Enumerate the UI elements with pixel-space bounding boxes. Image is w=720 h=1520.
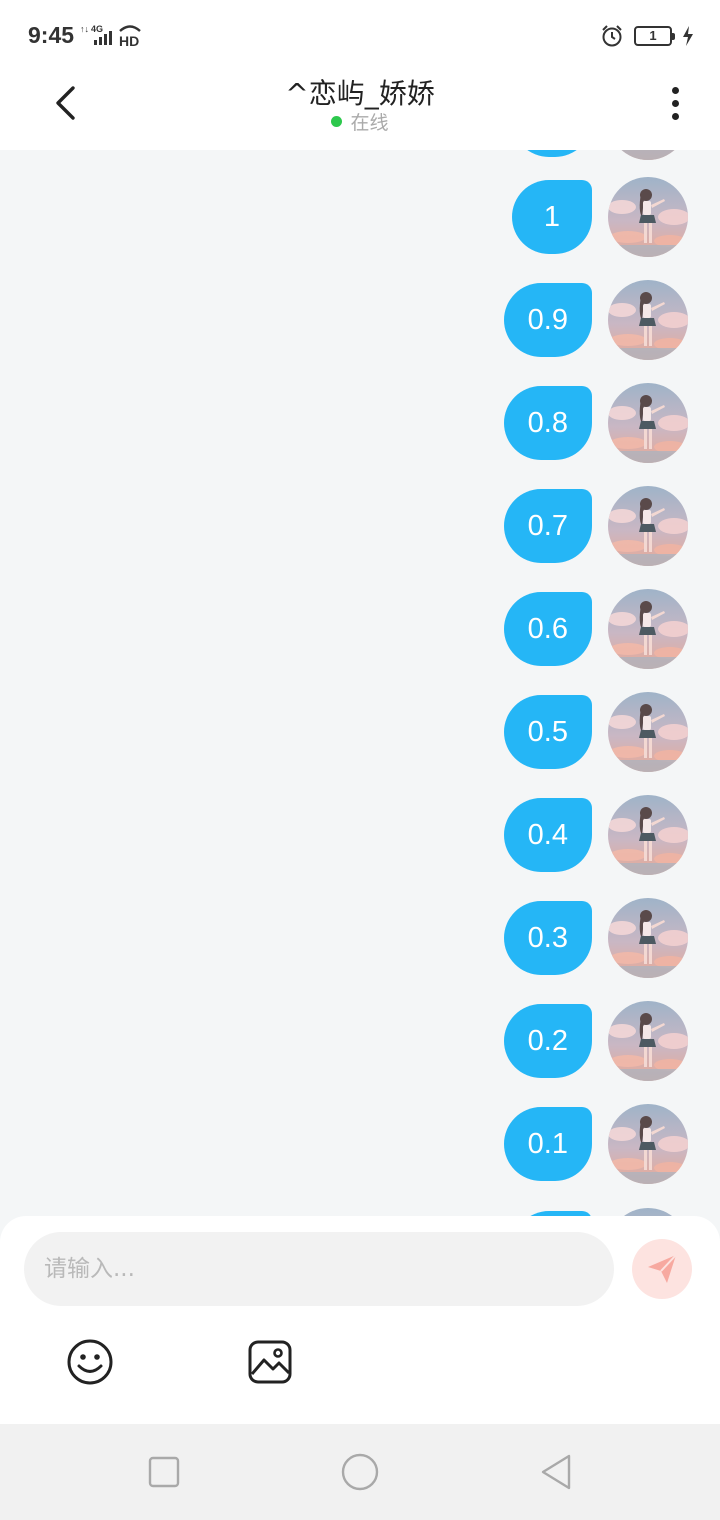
message-bubble[interactable]: 0.9 <box>503 283 592 357</box>
square-icon <box>148 1456 180 1488</box>
triangle-back-icon <box>541 1454 571 1490</box>
message-bubble[interactable]: 0.5 <box>503 695 592 769</box>
message-row: 0.9 <box>503 280 688 360</box>
more-options-button[interactable] <box>660 80 690 126</box>
avatar[interactable] <box>608 1208 688 1216</box>
nav-recent-button[interactable] <box>142 1450 186 1494</box>
status-right: 1 <box>600 22 694 50</box>
message-row: 0.5 <box>503 692 688 772</box>
avatar[interactable] <box>608 1104 688 1184</box>
battery-indicator: 1 <box>634 26 675 46</box>
svg-text:↑↓: ↑↓ <box>80 24 89 34</box>
alarm-icon <box>602 25 622 47</box>
message-list[interactable]: 1 0.9 0.8 0.7 0.6 0.5 0.4 0.3 0.2 0.1 <box>0 150 720 1216</box>
message-row: 1 <box>512 177 688 257</box>
nav-back-button[interactable] <box>534 1450 578 1494</box>
message-bubble[interactable]: 0.4 <box>503 798 592 872</box>
status-bar: 9:45 ↑↓ 4G HD 1 <box>0 0 720 68</box>
message-bubble[interactable]: 0.1 <box>503 1107 592 1181</box>
network-type: 4G <box>91 24 103 34</box>
message-input[interactable] <box>24 1232 614 1306</box>
message-bubble[interactable]: 0.7 <box>503 489 592 563</box>
online-dot-icon <box>331 116 343 127</box>
charging-icon <box>683 26 693 46</box>
avatar[interactable] <box>608 898 688 978</box>
hd-label: HD <box>119 33 139 48</box>
system-nav-bar <box>0 1424 720 1520</box>
message-row: 0.2 <box>503 1001 688 1081</box>
message-bubble[interactable]: 1 <box>512 180 592 254</box>
message-row: 0.8 <box>503 383 688 463</box>
chat-header: ^恋屿_娇娇 在线 <box>0 68 720 150</box>
online-status: 在线 <box>0 108 720 135</box>
avatar[interactable] <box>608 280 688 360</box>
contact-name: ^恋屿_娇娇 <box>285 77 435 110</box>
input-panel <box>0 1216 720 1424</box>
avatar[interactable] <box>608 383 688 463</box>
avatar[interactable] <box>608 589 688 669</box>
smiley-icon[interactable] <box>66 1338 114 1386</box>
paper-plane-icon <box>648 1254 677 1283</box>
message-row: 0.4 <box>503 795 688 875</box>
avatar[interactable] <box>608 1001 688 1081</box>
avatar[interactable] <box>608 150 688 160</box>
image-icon[interactable] <box>246 1338 294 1386</box>
message-row: 0.3 <box>503 898 688 978</box>
message-bubble[interactable]: 0.8 <box>503 386 592 460</box>
message-bubble-partial <box>512 150 592 157</box>
message-row-partial-top <box>512 150 688 160</box>
send-button[interactable] <box>632 1239 692 1299</box>
online-status-label: 在线 <box>350 112 389 134</box>
more-vertical-icon <box>671 86 679 94</box>
message-row: 0.1 <box>503 1104 688 1184</box>
message-bubble[interactable]: 0.3 <box>503 901 592 975</box>
message-bubble[interactable]: 0.2 <box>503 1004 592 1078</box>
nav-home-button[interactable] <box>338 1450 382 1494</box>
message-row: 0.6 <box>503 589 688 669</box>
signal-icon: ↑↓ 4G HD <box>80 24 141 48</box>
message-row-partial-bottom <box>512 1208 688 1216</box>
message-row: 0.7 <box>503 486 688 566</box>
avatar[interactable] <box>608 795 688 875</box>
avatar[interactable] <box>608 692 688 772</box>
message-bubble[interactable]: 0.6 <box>503 592 592 666</box>
status-time: 9:45 <box>28 22 75 48</box>
avatar[interactable] <box>608 486 688 566</box>
avatar[interactable] <box>608 177 688 257</box>
circle-icon <box>341 1453 379 1491</box>
